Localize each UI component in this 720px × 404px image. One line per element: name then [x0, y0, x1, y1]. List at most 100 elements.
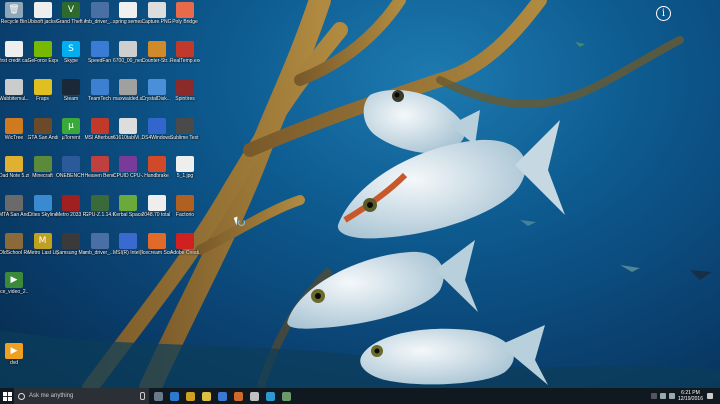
desktop-icon[interactable]: S Skype [58, 40, 84, 64]
start-button[interactable] [0, 388, 14, 404]
desktop-icon-label: MSI(R) Intel(R) Ext... [113, 250, 143, 256]
taskbar-edge-button[interactable] [167, 388, 181, 404]
desktop-icon[interactable]: GeForce Experience [28, 40, 58, 64]
desktop-icon-label: Grand Theft Auto V [56, 19, 86, 25]
app-icon [176, 117, 194, 134]
volume-icon[interactable] [668, 393, 675, 399]
desktop-icon-label: Recycle Bin [0, 19, 28, 25]
desktop-icon[interactable]: Sublime Text 3 [170, 117, 200, 141]
desktop-icon[interactable]: MSI(R) Intel(R) Ext... [113, 233, 143, 256]
desktop-icon[interactable]: CrystalDisk... 5 [142, 79, 172, 102]
desktop-icon[interactable]: WicTree [1, 117, 27, 141]
desktop-icon[interactable]: Adobe Creati... [170, 233, 200, 256]
desktop-icon[interactable]: Kerbal Space Program [113, 194, 143, 218]
desktop-icon[interactable]: MSI Afterburner [85, 117, 115, 141]
desktop-icon[interactable]: 6700_00_neo... [113, 40, 143, 64]
search-box[interactable]: Ask me anything [14, 388, 149, 404]
busy-spinner-icon [238, 219, 245, 226]
desktop-icon[interactable]: Capture.PNG [142, 2, 172, 25]
desktop-icon[interactable]: TeamTech [87, 79, 113, 102]
desktop-icon[interactable]: ONEBENCH Windows 64 Bit - Shortcut [56, 156, 86, 179]
taskbar-task-view-button[interactable] [151, 388, 165, 404]
desktop-icon[interactable]: Poly Bridge [172, 2, 198, 25]
desktop-icon-label: Adobe Creati... [170, 250, 200, 256]
desktop-icon-label: Factorio [175, 211, 195, 218]
info-icon[interactable]: i [656, 6, 671, 21]
taskbar-app-2-button[interactable] [247, 388, 261, 404]
desktop-icon[interactable]: Minecraft [30, 156, 56, 179]
app-icon [147, 79, 166, 95]
app-icon [62, 194, 80, 211]
explorer-icon [201, 391, 211, 401]
microphone-icon[interactable] [140, 392, 145, 400]
desktop-icon[interactable]: µ µTorrent [58, 117, 84, 141]
taskbar-app-3-button[interactable] [263, 388, 277, 404]
desktop-icon[interactable]: Fraps [30, 79, 56, 102]
desktop-icon[interactable]: MMetro Last Light Redux [28, 233, 58, 256]
desktop-icon[interactable]: maxwaided.s... [113, 79, 143, 102]
desktop[interactable]: 🗑Recycle BinUbisoft jacks thre...VGrand … [0, 0, 720, 388]
desktop-icon[interactable]: first credit card.PNG [0, 40, 29, 64]
tray-chevron-icon[interactable] [650, 393, 657, 399]
desktop-icon[interactable]: ▶ ice_video_2... [0, 271, 29, 295]
desktop-icon[interactable]: VGrand Theft Auto V [56, 2, 86, 25]
taskbar-explorer-button[interactable] [199, 388, 213, 404]
desktop-icon[interactable]: WabbitemuL... [0, 79, 29, 102]
desktop-icon[interactable]: spring semester s... [113, 2, 143, 25]
taskbar-app-1-button[interactable] [231, 388, 245, 404]
app-icon [176, 40, 194, 57]
app-icon [90, 194, 109, 211]
desktop-icon[interactable]: ▶ dvd [1, 342, 27, 366]
taskbar-chrome-button[interactable] [183, 388, 197, 404]
chrome-icon [185, 391, 195, 401]
app-icon [147, 2, 166, 18]
desktop-icon-label: Sublime Text 3 [170, 134, 200, 141]
app-icon [33, 2, 52, 18]
app-icon [176, 2, 194, 18]
desktop-icon[interactable]: Cities Skylines [28, 194, 58, 218]
desktop-icon-label: Dad Note 5.zip [0, 173, 29, 179]
action-center-icon[interactable] [707, 393, 713, 399]
desktop-icon[interactable]: GPU-Z.1.14.0 - Shortcut [85, 194, 115, 218]
desktop-icon[interactable]: DS4Windows [142, 117, 172, 141]
app-3-icon [265, 391, 275, 401]
desktop-icon[interactable]: Counter-Str... Global Offe... [142, 40, 172, 64]
desktop-icon[interactable]: MTA San Andreas 1.5 [0, 194, 29, 218]
desktop-icon[interactable]: Steam [58, 79, 84, 102]
desktop-icon[interactable]: Icecream Screen ... [142, 233, 172, 256]
desktop-icon[interactable]: mb_driver_... [85, 233, 114, 256]
desktop-icon[interactable]: Dad Note 5.zip [0, 156, 29, 179]
desktop-icon[interactable]: Metro 2033 Redux [56, 194, 86, 218]
desktop-icon[interactable]: 🗑 Recycle Bin [1, 2, 27, 25]
app-icon: µ [62, 117, 80, 134]
desktop-icon[interactable]: CPUID CPU-Z [113, 156, 143, 179]
app-icon [176, 79, 194, 95]
desktop-icon[interactable]: mb_driver_... [85, 2, 114, 25]
desktop-icon[interactable]: Factorio [172, 194, 198, 218]
app-icon: ▶ [5, 342, 23, 359]
clock[interactable]: 6:21 PM 12/19/2016 [678, 390, 703, 402]
desktop-icon[interactable]: 2048.70 total pay from 5... [142, 194, 172, 218]
app-4-icon [281, 391, 291, 401]
desktop-icon[interactable]: 61610tablVi... [113, 117, 143, 141]
desktop-icon[interactable]: Spintires [172, 79, 198, 102]
desktop-icon[interactable]: 5_1.jpg [172, 156, 198, 179]
desktop-icon[interactable]: OldSchool RuneScape [0, 233, 29, 256]
desktop-icon[interactable]: RealTemp.exe - Shortcut [170, 40, 200, 64]
desktop-icon[interactable]: SpeedFan [87, 40, 113, 64]
network-icon[interactable] [659, 393, 666, 399]
desktop-icon-label: SpeedFan [87, 57, 112, 64]
taskbar-app-4-button[interactable] [279, 388, 293, 404]
taskbar-store-button[interactable] [215, 388, 229, 404]
desktop-icon[interactable]: Heaven Benchma... [85, 156, 115, 179]
app-icon [90, 40, 109, 57]
desktop-icon[interactable]: GTA San Andreas [28, 117, 58, 141]
desktop-icon[interactable]: Samsung Magician [56, 233, 86, 256]
desktop-icon-label: Poly Bridge [172, 19, 198, 25]
app-icon [90, 2, 109, 18]
desktop-icon-label: µTorrent [61, 134, 81, 141]
desktop-icon[interactable]: Ubisoft jacks thre... [28, 2, 58, 25]
app-icon [90, 79, 109, 95]
desktop-icon[interactable]: Handbrake [144, 156, 170, 179]
app-icon [119, 156, 137, 172]
